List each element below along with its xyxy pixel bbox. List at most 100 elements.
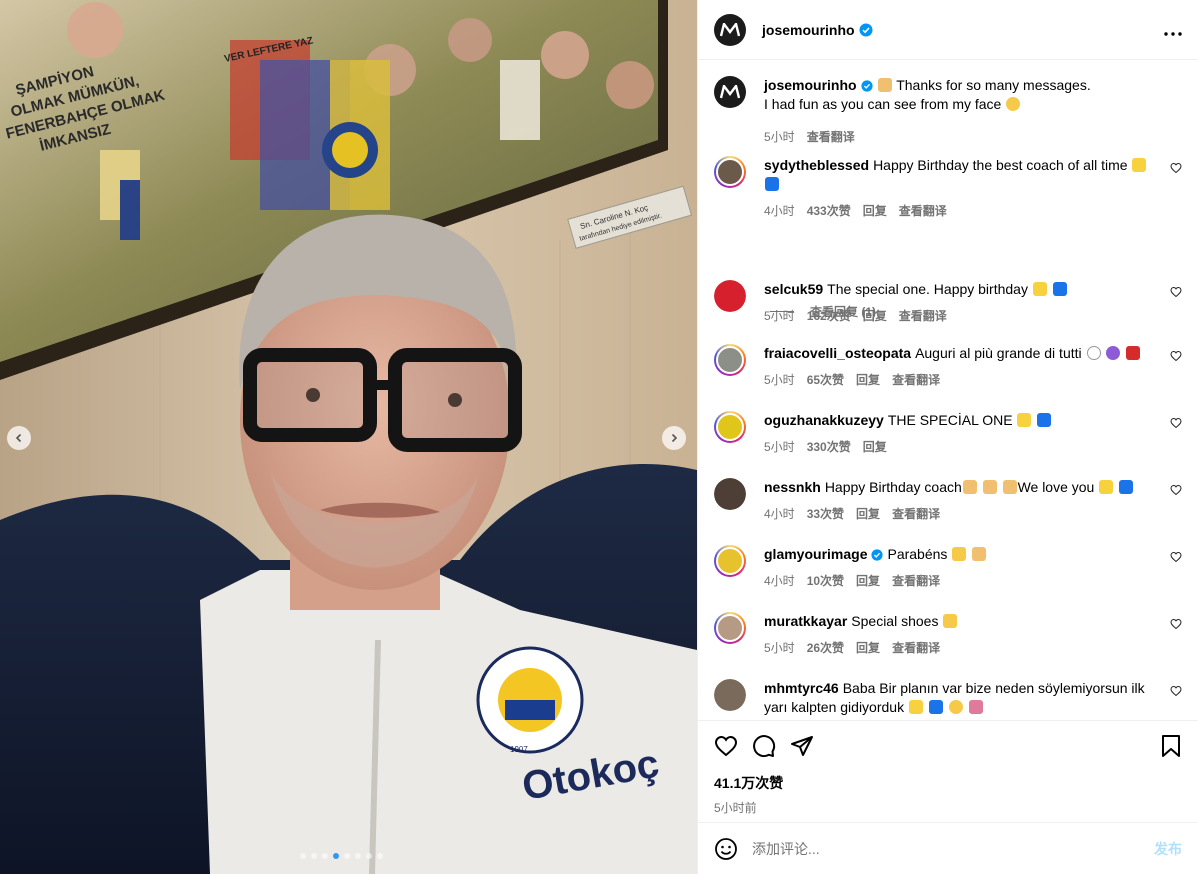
heart-icon[interactable]: [1170, 417, 1182, 429]
post-photo: ŞAMPİYON OLMAK MÜMKÜN, FENERBAHÇE OLMAK …: [0, 0, 697, 874]
next-image-button[interactable]: [662, 426, 686, 450]
comment-username[interactable]: sydytheblessed: [764, 157, 869, 173]
birthday-cake-emoji-icon: [972, 547, 987, 561]
comment-item: fraiacovelli_osteopata Auguri al più gran…: [714, 344, 1182, 388]
comment-text: Baba Bir planın var bize neden söylemiyo…: [842, 680, 1145, 696]
translate-button[interactable]: 查看翻译: [892, 505, 940, 522]
carousel-dot: [333, 853, 339, 859]
carousel-dot: [300, 853, 306, 859]
commenter-avatar[interactable]: [714, 280, 746, 312]
translate-button[interactable]: 查看翻译: [899, 202, 947, 219]
caption-username[interactable]: josemourinho: [764, 77, 857, 93]
comment-likes[interactable]: 33次赞: [807, 505, 844, 522]
blue-heart-emoji-icon: [765, 177, 779, 191]
reply-button[interactable]: 回复: [856, 505, 880, 522]
post-header: josemourinho: [698, 0, 1198, 60]
carousel-dot: [322, 853, 328, 859]
comment-time: 4小时: [764, 574, 795, 588]
reply-button[interactable]: 回复: [856, 639, 880, 656]
comment-likes[interactable]: 10次赞: [807, 572, 844, 589]
birthday-cake-emoji-icon: [1002, 480, 1017, 494]
heart-icon[interactable]: [1170, 350, 1182, 362]
heart-icon[interactable]: [1170, 551, 1182, 563]
blue-heart-emoji-icon: [1052, 282, 1067, 296]
translate-button[interactable]: 查看翻译: [899, 307, 947, 324]
comment-username[interactable]: mhmtyrc46: [764, 680, 839, 696]
commenter-avatar[interactable]: [714, 478, 746, 510]
comment-username[interactable]: glamyourimage: [764, 546, 867, 562]
commenter-avatar[interactable]: [714, 344, 746, 376]
caption-time: 5小时: [764, 130, 795, 144]
comment-username[interactable]: oguzhanakkuzeyy: [764, 412, 884, 428]
translate-button[interactable]: 查看翻译: [892, 371, 940, 388]
comment-input[interactable]: [752, 840, 1154, 857]
comment-text-part2: We love you: [1017, 479, 1095, 495]
commenter-avatar[interactable]: [714, 156, 746, 188]
bouquet-emoji-icon: [968, 700, 983, 714]
blue-heart-emoji-icon: [1119, 480, 1134, 494]
author-avatar[interactable]: [714, 13, 746, 46]
comment-time: 5小时: [764, 440, 795, 454]
heart-icon[interactable]: [1170, 484, 1182, 496]
comment-likes[interactable]: 26次赞: [807, 639, 844, 656]
comment-username[interactable]: nessnkh: [764, 479, 821, 495]
commenter-avatar[interactable]: [714, 411, 746, 443]
comment-text: Happy Birthday coach: [824, 479, 962, 495]
comment-likes[interactable]: 65次赞: [807, 371, 844, 388]
commenter-avatar[interactable]: [714, 612, 746, 644]
caption-body: josemourinho Thanks for so many messages…: [764, 76, 1182, 145]
translate-button[interactable]: 查看翻译: [892, 572, 940, 589]
reply-button[interactable]: 回复: [856, 572, 880, 589]
heart-icon[interactable]: [1170, 618, 1182, 630]
reply-button[interactable]: 回复: [863, 438, 887, 455]
share-icon[interactable]: [790, 734, 814, 758]
carousel-dot: [355, 853, 361, 859]
comment-time: 4小时: [764, 507, 795, 521]
carousel-dot: [311, 853, 317, 859]
caption-author-avatar[interactable]: [714, 76, 746, 108]
comment-item: glamyourimage Parabéns 4小时 10次赞 回复 查看翻译: [714, 545, 1182, 589]
reply-button[interactable]: 回复: [863, 307, 887, 324]
comment-likes[interactable]: 433次赞: [807, 202, 851, 219]
instagram-post-window: ŞAMPİYON OLMAK MÜMKÜN, FENERBAHÇE OLMAK …: [0, 0, 1198, 874]
caption-text-line2: I had fun as you can see from my face: [764, 96, 1002, 112]
likes-count[interactable]: 41.1万次赞: [714, 773, 1182, 793]
more-options-icon: [1164, 31, 1182, 36]
bookmark-icon[interactable]: [1160, 734, 1182, 758]
laughing-emoji-icon: [1006, 97, 1021, 111]
comment-likes[interactable]: 330次赞: [807, 438, 851, 455]
comment-username[interactable]: selcuk59: [764, 281, 823, 297]
comment-item: sydytheblessed Happy Birthday the best co…: [714, 156, 1182, 219]
chevron-right-icon: [671, 433, 678, 443]
author-username[interactable]: josemourinho: [762, 22, 855, 38]
more-options-button[interactable]: [1164, 21, 1182, 39]
comment-username[interactable]: fraiacovelli_osteopata: [764, 345, 911, 361]
heart-icon[interactable]: [1170, 286, 1182, 298]
comment-text: Auguri al più grande di tutti: [915, 345, 1082, 361]
comment-likes[interactable]: 162次赞: [807, 307, 851, 324]
reply-button[interactable]: 回复: [856, 371, 880, 388]
post-comment-button[interactable]: 发布: [1154, 839, 1182, 859]
previous-image-button[interactable]: [7, 426, 31, 450]
raising-hands-emoji-icon: [943, 614, 958, 628]
translate-button[interactable]: 查看翻译: [892, 639, 940, 656]
emoji-icon[interactable]: [714, 837, 738, 861]
birthday-cake-emoji-icon: [877, 78, 892, 92]
comment-time: 5小时: [764, 373, 795, 387]
comment-username[interactable]: muratkkayar: [764, 613, 847, 629]
comment-icon[interactable]: [752, 734, 776, 758]
yellow-heart-emoji-icon: [1132, 158, 1147, 172]
heart-icon[interactable]: [1170, 685, 1182, 697]
heart-icon[interactable]: [1170, 162, 1182, 174]
purple-circle-emoji-icon: [1106, 346, 1121, 360]
reply-button[interactable]: 回复: [863, 202, 887, 219]
heart-icon[interactable]: [714, 734, 738, 758]
comment-item: muratkkayar Special shoes 5小时 26次赞 回复 查看翻…: [714, 612, 1182, 656]
commenter-avatar[interactable]: [714, 679, 746, 711]
carousel-indicator: [300, 853, 383, 859]
comment-text-line2: yarı kalpten gidiyorduk: [764, 699, 905, 715]
commenter-avatar[interactable]: [714, 545, 746, 577]
carousel-dot: [344, 853, 350, 859]
caption-translate-button[interactable]: 查看翻译: [807, 128, 855, 145]
post-actions: 41.1万次赞 5小时前: [698, 720, 1198, 822]
